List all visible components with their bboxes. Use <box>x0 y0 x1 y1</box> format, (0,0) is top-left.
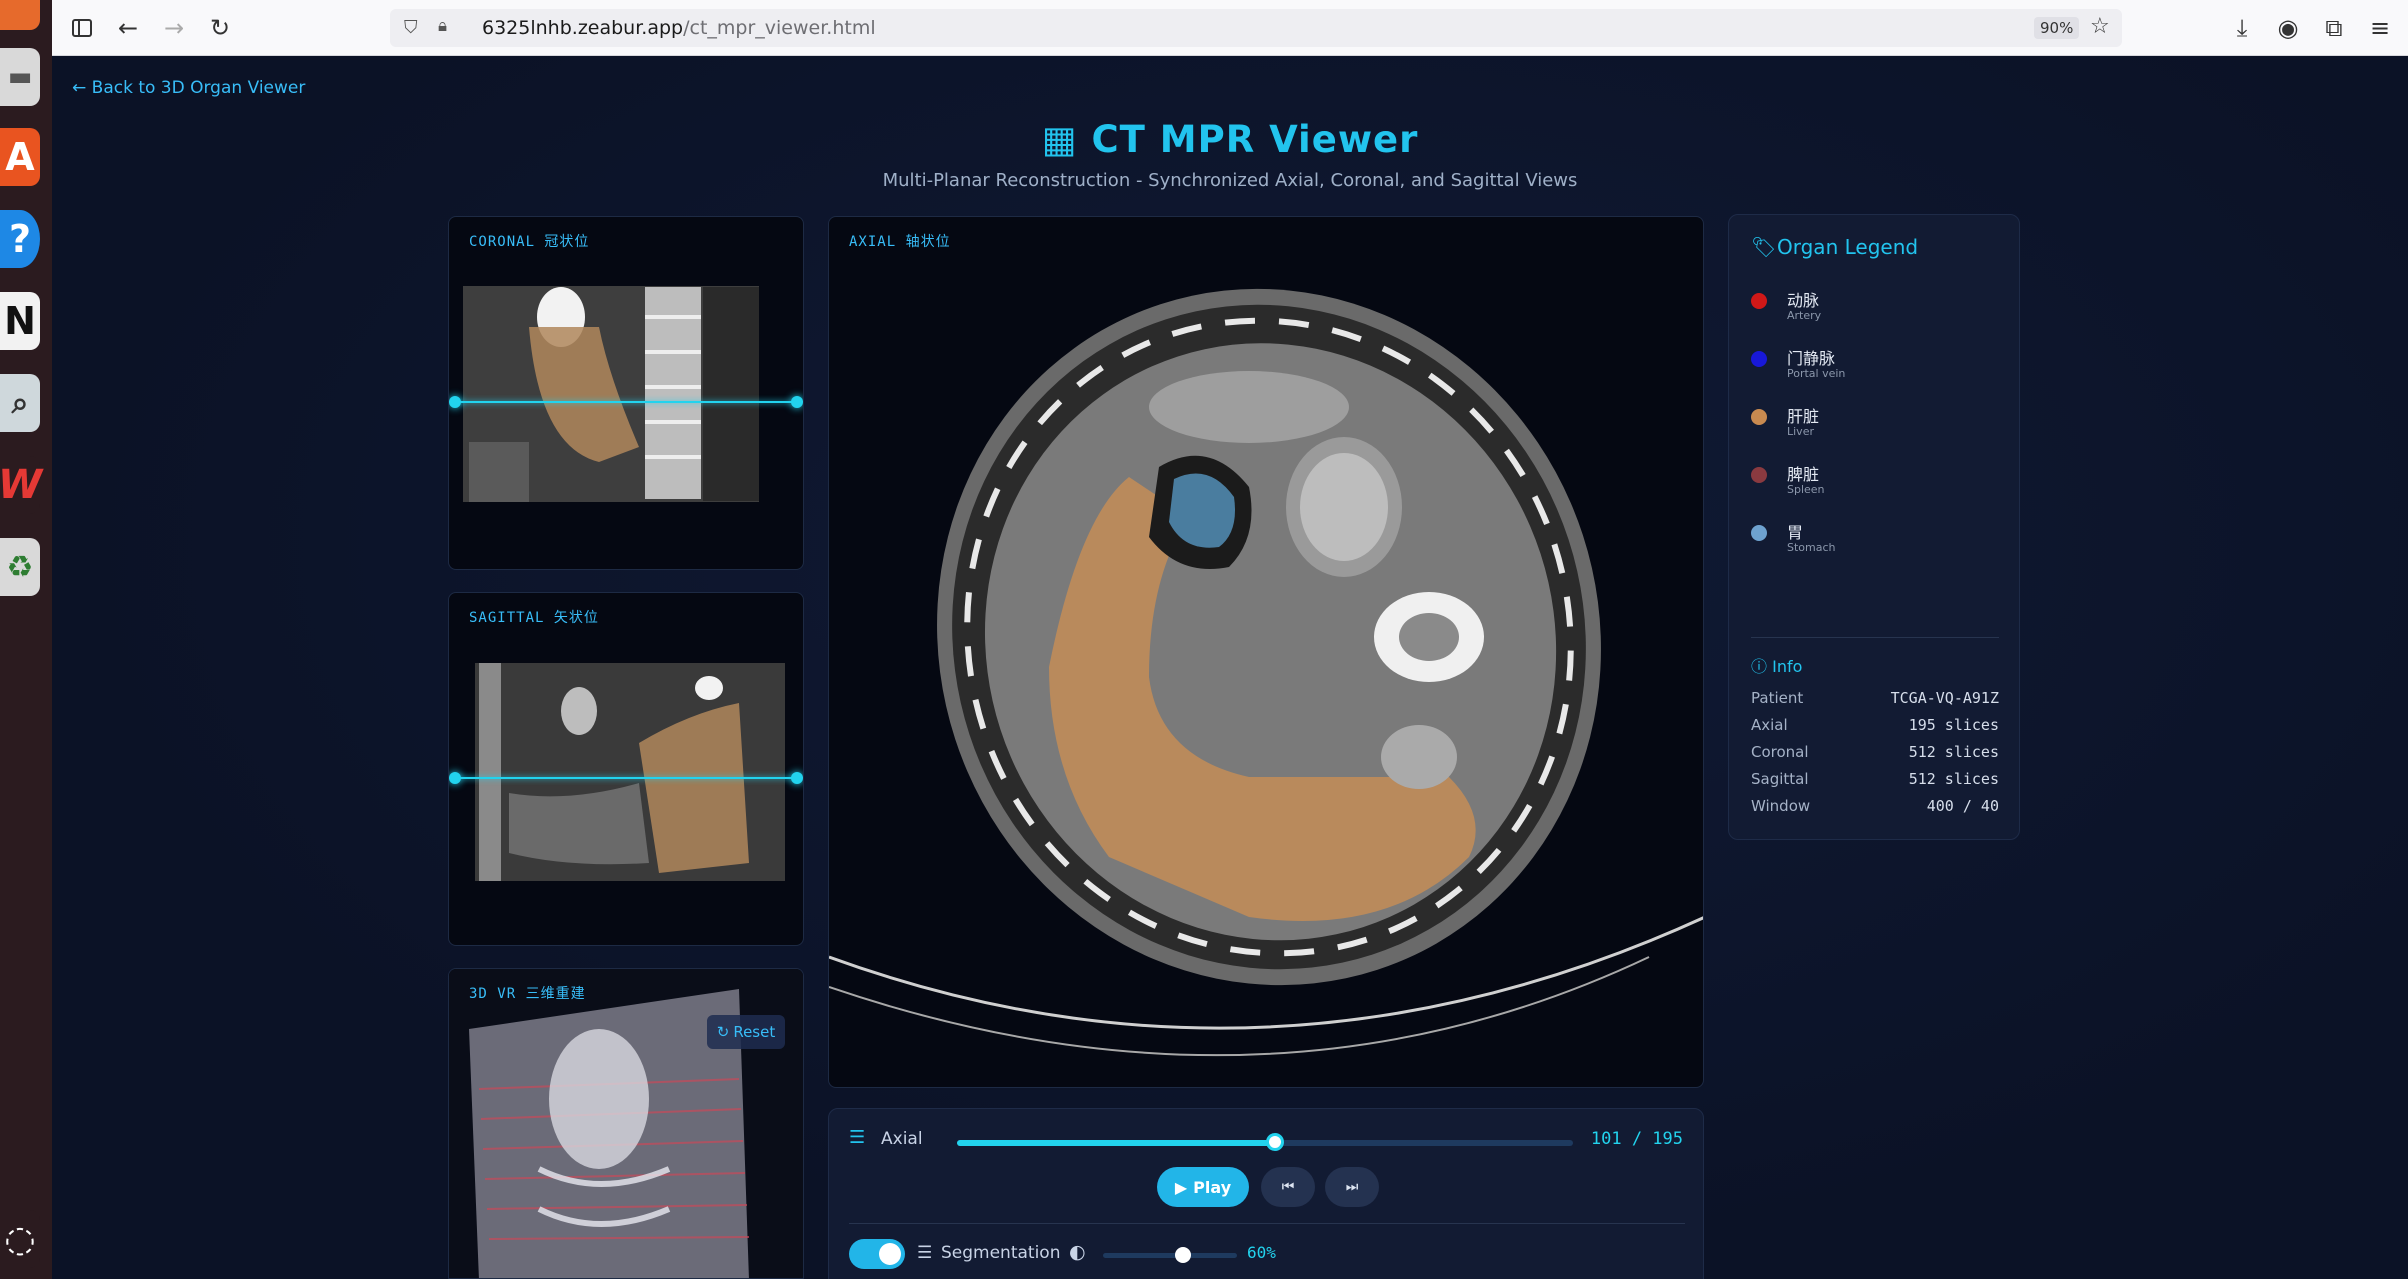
sagittal-view[interactable]: SAGITTAL 矢状位 <box>448 592 804 946</box>
show-apps-dock-icon[interactable]: ◌ <box>0 1210 40 1268</box>
step-backward-icon: ⏮ <box>1281 1179 1295 1195</box>
hospital-icon: ▦ <box>1041 118 1092 161</box>
axial-view[interactable]: AXIAL 轴状位 <box>828 216 1704 1088</box>
ubuntu-dock: ▬ A ? N ⌕ W ♻ ◌ <box>0 0 52 1279</box>
forward-arrow-icon[interactable]: → <box>158 12 190 44</box>
controls-divider <box>849 1223 1685 1224</box>
organ-legend-panel: 🏷︎ Organ Legend 动脉 Artery 门静脉 Portal vei… <box>1728 214 2020 840</box>
tag-icon: 🏷︎ <box>1751 235 1777 259</box>
sagittal-ct-image <box>475 663 785 881</box>
legend-swatch <box>1751 409 1767 425</box>
zoom-level-badge[interactable]: 90% <box>2034 17 2080 39</box>
segmentation-toggle[interactable] <box>849 1239 905 1269</box>
previous-slice-button[interactable]: ⏮ <box>1261 1167 1315 1207</box>
opacity-slider-thumb[interactable] <box>1175 1247 1192 1263</box>
volume-render-label: 3D VR 三维重建 <box>469 986 586 1002</box>
lock-icon: 🔒︎ <box>438 16 448 36</box>
next-slice-button[interactable]: ⏭ <box>1325 1167 1379 1207</box>
legend-divider <box>1751 637 1999 638</box>
legend-title: Organ Legend <box>1777 235 1919 259</box>
page-title: ▦ CT MPR Viewer <box>1041 118 1419 161</box>
info-row-axial: Axial 195 slices <box>1751 716 1999 734</box>
coronal-ct-image <box>463 286 759 502</box>
address-bar[interactable]: ⛉ 🔒︎ 6325lnhb.zeabur.app/ct_mpr_viewer.h… <box>390 9 2122 47</box>
info-row-coronal: Coronal 512 slices <box>1751 743 1999 761</box>
notion-dock-icon[interactable]: N <box>0 292 40 350</box>
rotate-icon: ↻ <box>716 1023 730 1041</box>
legend-swatch <box>1751 525 1767 541</box>
account-icon[interactable]: ◉ <box>2272 12 2304 44</box>
sidebar-toggle-icon[interactable] <box>66 12 98 44</box>
sagittal-slice-handle-left[interactable] <box>449 772 461 784</box>
info-row-patient: Patient TCGA-VQ-A91Z <box>1751 689 1999 707</box>
opacity-slider[interactable] <box>1103 1247 1237 1263</box>
arrow-left-icon: ← <box>72 78 92 98</box>
coronal-slice-handle-left[interactable] <box>449 396 461 408</box>
toggle-knob <box>879 1243 901 1265</box>
layers-icon: ☰ <box>849 1127 866 1148</box>
info-icon: ⓘ <box>1751 657 1773 676</box>
info-title: ⓘ Info <box>1751 657 1803 676</box>
slice-controls-panel: ☰ Axial 101 / 195 ▶ Play ⏮ ⏭ ☰ Segmentati… <box>828 1108 1704 1279</box>
bookmark-star-icon[interactable]: ☆ <box>2090 14 2110 39</box>
files-dock-icon[interactable]: ▬ <box>0 48 40 106</box>
axial-slider-fill <box>957 1140 1275 1146</box>
help-dock-icon[interactable]: ? <box>0 210 40 268</box>
extensions-icon[interactable]: ⧉ <box>2318 12 2350 44</box>
info-row-sagittal: Sagittal 512 slices <box>1751 770 1999 788</box>
downloads-icon[interactable]: ⤓ <box>2226 12 2258 44</box>
reload-icon[interactable]: ↻ <box>204 12 236 44</box>
back-link[interactable]: ← Back to 3D Organ Viewer <box>72 78 305 98</box>
back-arrow-icon[interactable]: ← <box>112 12 144 44</box>
step-forward-icon: ⏭ <box>1345 1179 1359 1195</box>
play-icon: ▶ <box>1174 1177 1188 1197</box>
browser-toolbar: ← → ↻ ⛉ 🔒︎ 6325lnhb.zeabur.app/ct_mpr_vi… <box>52 0 2408 56</box>
sagittal-slice-handle-right[interactable] <box>791 772 803 784</box>
image-viewer-dock-icon[interactable]: ⌕ <box>0 374 40 432</box>
segmentation-label: Segmentation <box>941 1243 1061 1263</box>
contrast-icon: ◐ <box>1069 1241 1086 1263</box>
slice-counter: 101 / 195 <box>1590 1129 1683 1149</box>
axial-ct-image <box>829 288 1703 1057</box>
legend-swatch <box>1751 467 1767 483</box>
menu-icon[interactable]: ≡ <box>2364 12 2396 44</box>
page-subtitle: Multi-Planar Reconstruction - Synchroniz… <box>882 170 1578 191</box>
legend-swatch <box>1751 293 1767 309</box>
axial-slider-thumb[interactable] <box>1265 1133 1284 1151</box>
coronal-view[interactable]: CORONAL 冠状位 <box>448 216 804 570</box>
info-row-window: Window 400 / 40 <box>1751 797 1999 815</box>
legend-swatch <box>1751 351 1767 367</box>
wps-dock-icon[interactable]: W <box>0 456 42 514</box>
layers-icon: ☰ <box>917 1243 933 1263</box>
opacity-value: 60% <box>1247 1243 1276 1262</box>
app-center-dock-icon[interactable]: A <box>0 128 40 186</box>
shield-icon: ⛉ <box>404 17 418 38</box>
url-text: 6325lnhb.zeabur.app/ct_mpr_viewer.html <box>482 17 876 39</box>
axial-slider-label: Axial <box>881 1129 923 1149</box>
firefox-dock-icon[interactable] <box>0 0 40 30</box>
coronal-slice-handle-right[interactable] <box>791 396 803 408</box>
axial-slice-slider[interactable] <box>957 1133 1573 1151</box>
sagittal-slice-line[interactable] <box>455 777 799 779</box>
reset-view-button[interactable]: ↻ Reset <box>707 1015 785 1049</box>
page-content: ← Back to 3D Organ Viewer ▦ CT MPR Viewe… <box>52 56 2408 1279</box>
volume-render-view[interactable]: 3D VR 三维重建 ↻ Reset <box>448 968 804 1279</box>
play-button[interactable]: ▶ Play <box>1157 1167 1249 1207</box>
trash-dock-icon[interactable]: ♻ <box>0 538 40 596</box>
coronal-slice-line[interactable] <box>455 401 799 403</box>
